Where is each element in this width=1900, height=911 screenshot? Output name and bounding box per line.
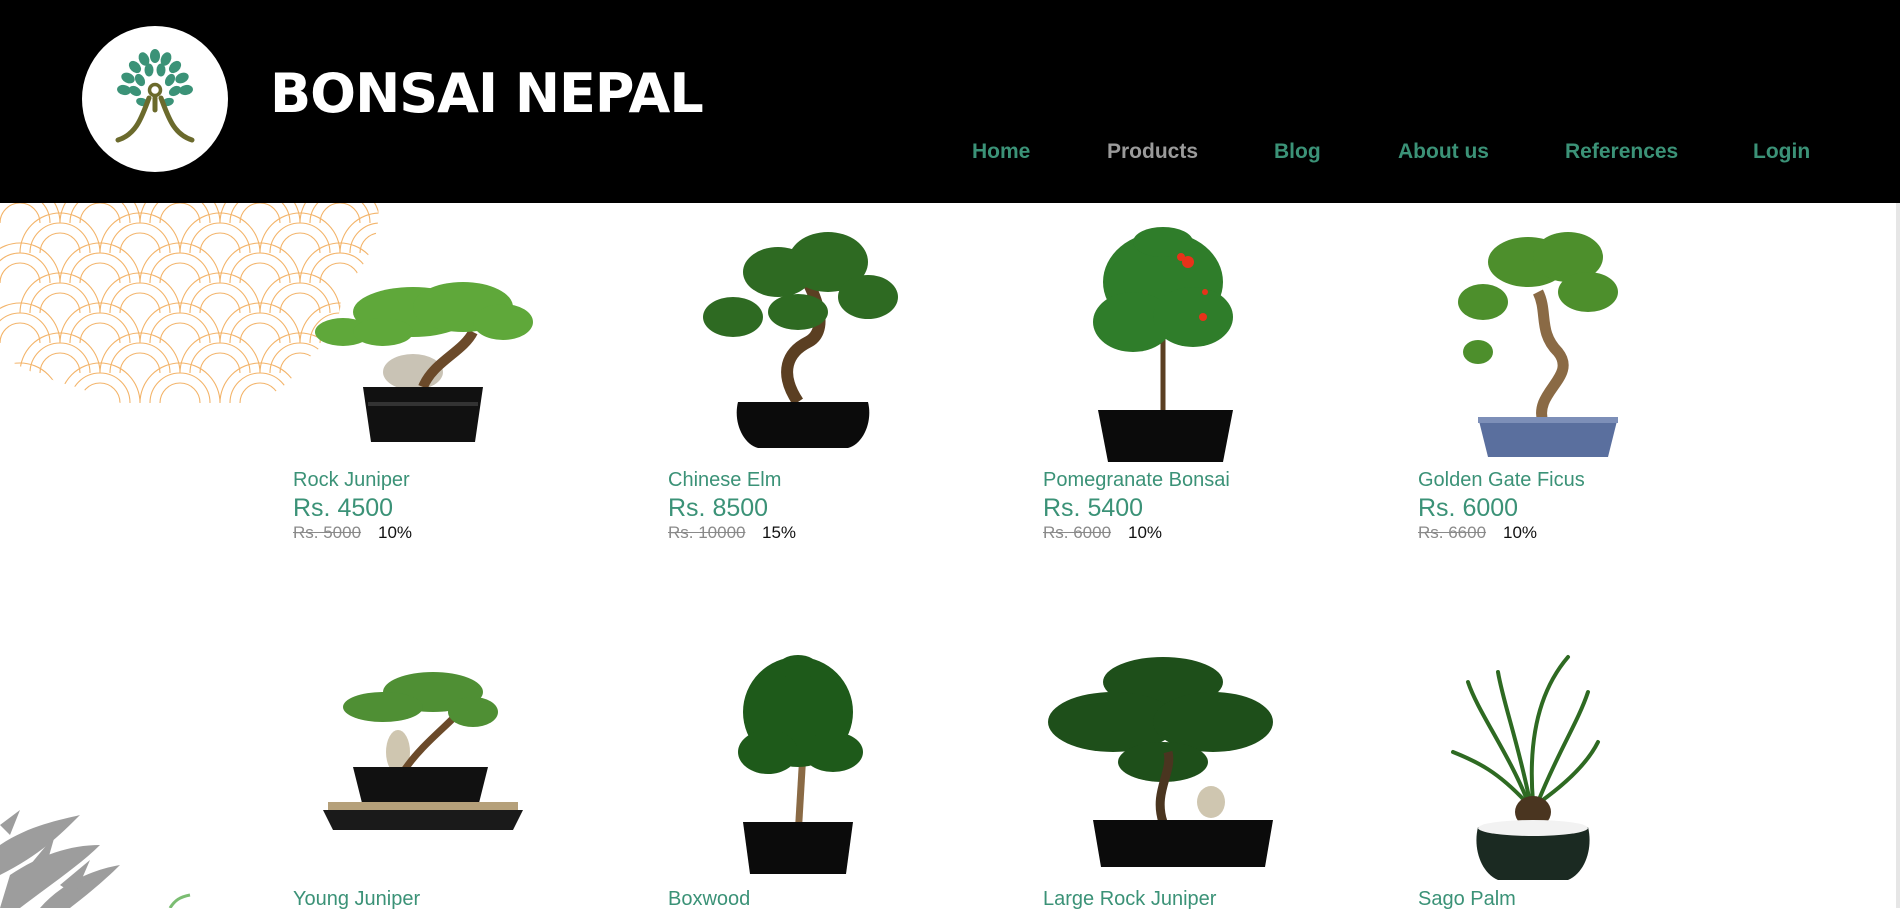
product-discount: 15% <box>762 523 797 542</box>
large-juniper-bonsai-icon <box>1048 657 1273 867</box>
sago-palm-bonsai-icon <box>1451 655 1600 880</box>
product-price: Rs. 8500 <box>668 494 769 522</box>
product-old-price: Rs. 10000 <box>668 523 746 542</box>
page-scrollbar[interactable] <box>1896 203 1900 908</box>
product-card[interactable]: Pomegranate Bonsai Rs. 5400 Rs. 6000 10% <box>1043 222 1363 552</box>
nav-login[interactable]: Login <box>1753 140 1810 164</box>
product-discount: 10% <box>378 523 413 542</box>
product-discount: 10% <box>1503 523 1538 542</box>
product-card[interactable]: Boxwood <box>668 652 988 910</box>
site-header: BONSAI NEPAL Home Products Blog About us… <box>0 0 1900 203</box>
pomegranate-bonsai-icon <box>1093 227 1233 462</box>
product-card[interactable]: Large Rock Juniper <box>1043 652 1363 910</box>
site-title: BONSAI NEPAL <box>270 62 704 125</box>
nav-references[interactable]: References <box>1565 140 1678 164</box>
product-price: Rs. 4500 <box>293 494 394 522</box>
product-card[interactable]: Young Juniper <box>293 652 613 910</box>
product-discount: 10% <box>1128 523 1163 542</box>
product-name[interactable]: Chinese Elm <box>668 469 781 492</box>
product-card[interactable]: Rock Juniper Rs. 4500 Rs. 5000 10% <box>293 222 613 552</box>
product-price: Rs. 6000 <box>1418 494 1519 522</box>
nav-products[interactable]: Products <box>1107 140 1198 164</box>
product-price: Rs. 5400 <box>1043 494 1144 522</box>
product-card[interactable]: Chinese Elm Rs. 8500 Rs. 10000 15% <box>668 222 988 552</box>
product-old-price: Rs. 6000 <box>1043 523 1112 542</box>
product-name[interactable]: Rock Juniper <box>293 469 410 492</box>
product-name[interactable]: Golden Gate Ficus <box>1418 469 1585 492</box>
elm-bonsai-icon <box>703 232 898 448</box>
product-old-price: Rs. 6600 <box>1418 523 1487 542</box>
leaves-decoration <box>0 810 191 908</box>
product-old-price: Rs. 5000 <box>293 523 362 542</box>
boxwood-bonsai-icon <box>738 655 863 874</box>
juniper-bonsai-icon <box>315 282 533 442</box>
product-name[interactable]: Pomegranate Bonsai <box>1043 469 1230 492</box>
product-card[interactable]: Golden Gate Ficus Rs. 6000 Rs. 6600 10% <box>1418 222 1738 552</box>
product-card[interactable]: Sago Palm <box>1418 652 1738 910</box>
nav-about-us[interactable]: About us <box>1398 140 1489 164</box>
nav-blog[interactable]: Blog <box>1274 140 1321 164</box>
ficus-bonsai-icon <box>1458 232 1618 457</box>
young-juniper-bonsai-icon <box>323 672 523 830</box>
main-nav: Home Products Blog About us References L… <box>0 140 1900 172</box>
nav-home[interactable]: Home <box>972 140 1030 164</box>
